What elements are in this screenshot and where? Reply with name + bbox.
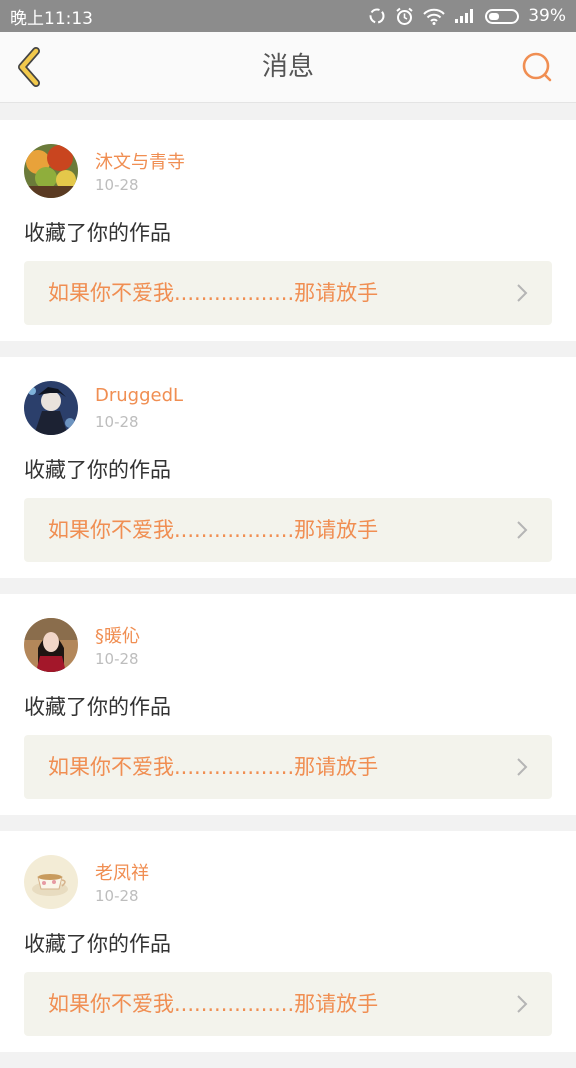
wifi-icon (423, 8, 445, 25)
message-card: 老凤祥 10-28 收藏了你的作品 如果你不爱我................… (0, 831, 576, 1052)
status-time: 晚上11:13 (10, 8, 93, 29)
work-title: 如果你不爱我..................那请放手 (48, 755, 379, 779)
status-icons: 39% (368, 6, 566, 26)
work-link[interactable]: 如果你不爱我..................那请放手 (24, 498, 552, 562)
page-title: 消息 (261, 52, 314, 82)
work-link[interactable]: 如果你不爱我..................那请放手 (24, 261, 552, 325)
username[interactable]: §暖伈 (95, 622, 140, 648)
teacup-avatar[interactable] (24, 855, 78, 909)
work-title: 如果你不爱我..................那请放手 (48, 992, 379, 1016)
chevron-right-icon (517, 284, 528, 302)
action-text: 收藏了你的作品 (24, 932, 171, 956)
message-date: 10-28 (95, 887, 139, 905)
action-text: 收藏了你的作品 (24, 695, 171, 719)
battery-icon (485, 8, 520, 24)
username[interactable]: 沐文与青寺 (95, 148, 185, 174)
message-date: 10-28 (95, 413, 139, 431)
message-card: 沐文与青寺 10-28 收藏了你的作品 如果你不爱我..............… (0, 120, 576, 341)
username[interactable]: DruggedL (95, 385, 183, 406)
chevron-right-icon (517, 521, 528, 539)
work-link[interactable]: 如果你不爱我..................那请放手 (24, 735, 552, 799)
username[interactable]: 老凤祥 (95, 859, 149, 885)
anime-character-avatar[interactable] (24, 381, 78, 435)
message-date: 10-28 (95, 176, 139, 194)
action-text: 收藏了你的作品 (24, 221, 171, 245)
message-date: 10-28 (95, 650, 139, 668)
sync-icon (368, 7, 386, 25)
search-button[interactable] (520, 50, 554, 84)
work-title: 如果你不爱我..................那请放手 (48, 281, 379, 305)
message-card: §暖伈 10-28 收藏了你的作品 如果你不爱我................… (0, 594, 576, 815)
woman-portrait-avatar[interactable] (24, 618, 78, 672)
chevron-right-icon (517, 995, 528, 1013)
action-text: 收藏了你的作品 (24, 458, 171, 482)
autumn-leaves-avatar[interactable] (24, 144, 78, 198)
work-title: 如果你不爱我..................那请放手 (48, 518, 379, 542)
status-bar: 晚上11:13 39% (0, 0, 576, 32)
signal-icon (454, 8, 476, 24)
message-card: DruggedL 10-28 收藏了你的作品 如果你不爱我...........… (0, 357, 576, 578)
work-link[interactable]: 如果你不爱我..................那请放手 (24, 972, 552, 1036)
battery-percent: 39% (528, 6, 566, 26)
search-icon (522, 52, 552, 82)
header-bar: 消息 (0, 32, 576, 103)
chevron-right-icon (517, 758, 528, 776)
alarm-icon (395, 7, 414, 26)
message-list: 沐文与青寺 10-28 收藏了你的作品 如果你不爱我..............… (0, 120, 576, 1068)
